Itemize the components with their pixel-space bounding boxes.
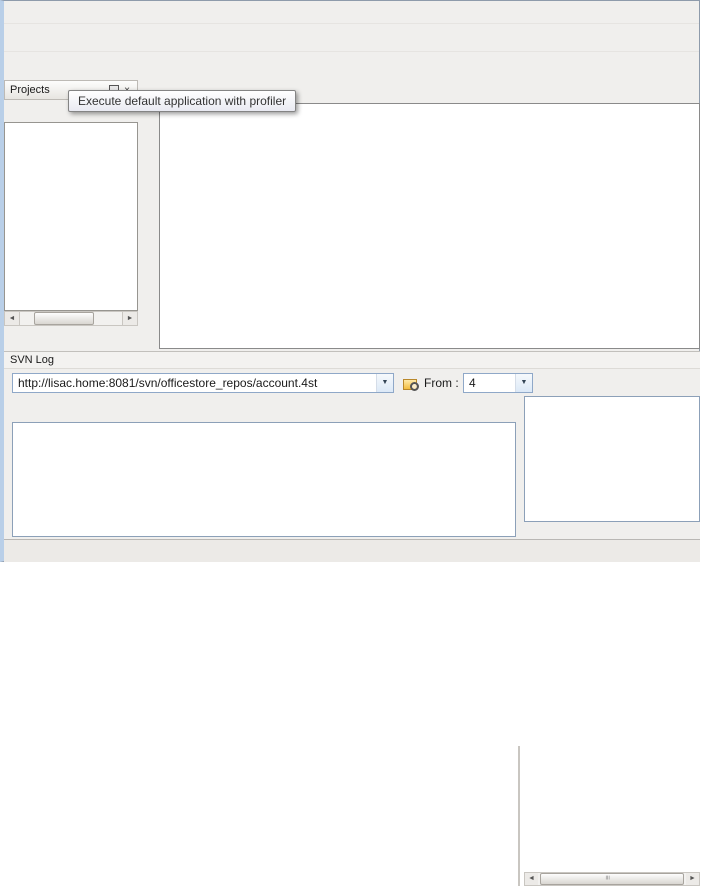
scroll-left-icon[interactable]: ◄: [5, 312, 20, 325]
tooltip: Execute default application with profile…: [68, 90, 297, 112]
menu-bar: [4, 1, 699, 23]
chevron-down-icon[interactable]: ▼: [376, 374, 393, 392]
scrollbar-thumb[interactable]: [34, 312, 94, 325]
project-tree: [4, 122, 138, 311]
search-repository-icon[interactable]: [402, 375, 419, 392]
editor-area: [159, 80, 700, 349]
projects-panel-title: Projects: [10, 84, 50, 96]
svn-detail-table: [524, 396, 700, 522]
projects-bottom-tabs: [4, 328, 138, 349]
scroll-right-icon[interactable]: ►: [122, 312, 137, 325]
from-label: From :: [424, 376, 459, 390]
tree-horizontal-scrollbar[interactable]: ◄ ►: [4, 311, 138, 326]
scroll-right-icon[interactable]: ►: [686, 873, 699, 885]
detail-horizontal-scrollbar[interactable]: ◄ ►: [524, 872, 700, 886]
code-editor[interactable]: [159, 103, 700, 349]
projects-panel: Projects × ◄ ►: [4, 80, 138, 349]
scrollbar-thumb[interactable]: [540, 873, 684, 885]
svn-log-panel: SVN Log http://lisac.home:8081/svn/offic…: [4, 351, 700, 886]
from-revision-value: 4: [469, 376, 476, 390]
toolbar-run: [4, 51, 699, 79]
chevron-down-icon[interactable]: ▼: [515, 374, 532, 392]
svn-log-table: [12, 422, 516, 537]
svn-url-combobox[interactable]: http://lisac.home:8081/svn/officestore_r…: [12, 373, 394, 393]
svn-url-value: http://lisac.home:8081/svn/officestore_r…: [18, 376, 318, 390]
from-revision-combobox[interactable]: 4 ▼: [463, 373, 533, 393]
scroll-left-icon[interactable]: ◄: [525, 873, 538, 885]
ide-window: Projects × ◄ ► Execute default applicati…: [0, 0, 700, 886]
svn-panel-title: SVN Log: [4, 352, 700, 369]
toolbar-main: [4, 23, 699, 51]
bottom-tab-bar: [4, 539, 700, 562]
panel-splitter[interactable]: [518, 746, 520, 886]
